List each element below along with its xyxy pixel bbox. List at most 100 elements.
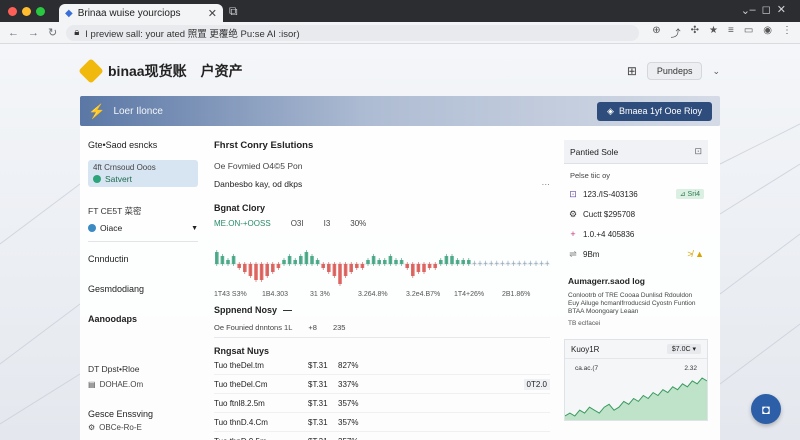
sidebar-bottom-title: Gesce Enssving (88, 409, 154, 419)
mini-chart-header: Kuoy1R $7.0C ▾ (565, 340, 707, 359)
mini-chart-value-2: 2.32 (684, 365, 697, 372)
table-row[interactable]: Tuo theDel.Cm $T.31 337% 0T2.0 (214, 375, 550, 394)
forward-icon[interactable]: → (28, 27, 39, 39)
header-account-button[interactable]: Pundeps (646, 62, 703, 80)
right-stat-value: 123./IS-403136 (583, 189, 638, 199)
table-row[interactable]: Tuo thnD.9.5m$T.31357% (214, 432, 550, 440)
more-options-icon[interactable]: ··· (542, 179, 551, 189)
lightning-icon: ⚡ (88, 102, 106, 119)
extensions-icon[interactable]: ✣ (691, 25, 699, 40)
price-chart[interactable] (214, 230, 550, 288)
sidebar-sub-item[interactable]: ▤ DOHAE.Om (88, 380, 198, 389)
window-buttons[interactable]: –◻✕ (750, 3, 792, 16)
table-row[interactable]: Tuo ftnl8.2.5m $T.31 357% (214, 394, 550, 413)
mini-chart-area (565, 378, 707, 420)
sidebar-sub-label: DT Dpst•Rloe (88, 364, 140, 374)
sidebar-item-active[interactable]: 4ft Crnsoud Ooos Satvert (88, 160, 198, 187)
row-change: 827% (338, 360, 359, 370)
right-stat-row[interactable]: ⚙ Cuctt $295708 (568, 208, 704, 220)
sidepanel-icon[interactable]: ▭ (744, 25, 753, 40)
chart-title: Bgnat Clory (214, 203, 266, 213)
browser-tab[interactable]: ◆ Brinaa wuise yourciops ✕ (59, 4, 223, 22)
right-panel-title: Pantied Sole (570, 146, 619, 157)
plus-icon: + (570, 229, 576, 239)
close-tab-icon[interactable]: ✕ (208, 7, 217, 20)
close-window-button[interactable] (8, 6, 17, 16)
section-row[interactable]: Danbesbo kay, od dkps ··· (214, 179, 550, 189)
row-name: Tuo theDel.Cm (214, 379, 268, 389)
mini-chart-dropdown[interactable]: $7.0C ▾ (666, 344, 701, 354)
browser-menu-icon[interactable]: ⋮ (782, 25, 792, 40)
chevron-down-icon[interactable]: ⌄ (712, 66, 720, 77)
right-section-text: Conlootrb of TRE Cooaa Dunlisd Rdouldon … (568, 292, 696, 315)
row-name: Tuo theDel.tm (214, 360, 264, 370)
right-stat-tag: ≯ ▲ (687, 249, 704, 259)
minimize-window-button[interactable] (22, 6, 31, 16)
brand-name[interactable]: binaa现货账 户资产 (108, 61, 243, 81)
row-name: Tuo ftnl8.2.5m (214, 398, 265, 408)
header-actions: ⊞ Pundeps ⌄ (627, 62, 720, 80)
settings-icon: ⚙ (88, 423, 96, 432)
row-change: 337% (338, 379, 359, 389)
sidebar-active-status: Satvert (93, 174, 193, 184)
right-panel-subtitle: Pelse tiic oy (570, 171, 611, 180)
banner-action-label: Bmaea 1yf Ooe Rioy (618, 106, 702, 116)
row-price: $T.31 (308, 360, 328, 370)
chart-x-tick-label: 1T43 S3% (214, 291, 247, 298)
url-input[interactable]: 🔒︎ I preview sall: your ated 照置 更覆绝 Pu:s… (66, 24, 640, 41)
sidebar-select[interactable]: Oiace ▼ (88, 223, 198, 242)
row-price: $T.31 (308, 417, 328, 427)
center-content: Fhrst Conry Eslutions Oe Fovmied O4©5 Po… (214, 140, 550, 440)
new-tab-icon[interactable]: ⧉ (229, 4, 238, 19)
web-page: binaa现货账 户资产 ⊞ Pundeps ⌄ ⚡ Loer Ilonce ◈… (0, 44, 800, 440)
document-icon: ▤ (88, 380, 96, 389)
bookmark-star-icon[interactable]: ★ (709, 25, 718, 40)
back-icon[interactable]: ← (8, 27, 19, 39)
sidebar-bottom-item-label: OBCe-Ro-E (99, 423, 142, 432)
chart-icon: ⊡ (569, 188, 577, 199)
sidebar-item-grading[interactable]: Gesmdodiang (88, 284, 198, 294)
row-price: $T.31 (308, 398, 328, 408)
chart-x-axis: 1T43 S3% 1B4.303 31 3% 3.264.8% 3.2e4.B7% 1T4… (214, 291, 550, 303)
mini-chart-card: Kuoy1R $7.0C ▾ ca.ac.(7 2.32 (564, 339, 708, 421)
tab-list-icon[interactable]: ≡ (728, 25, 734, 40)
row-change: 357% (338, 437, 388, 440)
brand-logo-icon[interactable] (78, 58, 104, 84)
right-stat-row[interactable]: ⇌ 9Bm ≯ ▲ (568, 248, 704, 260)
favicon-icon: ◆ (65, 7, 73, 19)
section-row-label: Danbesbo kay, od dkps (214, 179, 303, 189)
maximize-window-button[interactable] (36, 6, 45, 16)
close-icon[interactable]: ⊡ (694, 146, 702, 157)
right-stat-tag: ⊿ Sri4 (675, 189, 704, 199)
chart-ticker: ME.ON-+OOSS (214, 219, 271, 228)
section-title: Fhrst Conry Eslutions (214, 140, 314, 151)
zoom-icon[interactable]: ⊕ (652, 25, 660, 40)
share-icon[interactable]: ⤴ (671, 25, 681, 40)
support-chat-button[interactable]: ◘ (751, 394, 781, 424)
row-name: Tuo thnD.9.5m (214, 437, 308, 440)
browser-tab-strip: ◆ Brinaa wuise yourciops ✕ ⧉ ⌄ –◻✕ (0, 0, 800, 22)
sidebar-active-line: 4ft Crnsoud Ooos (93, 163, 156, 172)
sidebar-item-conduction[interactable]: Cnnductin (88, 254, 198, 264)
profile-avatar[interactable]: ◉ (763, 25, 772, 40)
spend-sub-value-2: 235 (332, 323, 346, 332)
right-section-link[interactable]: TB eclfacei (568, 320, 704, 327)
table-title: Rngsat Nuys (214, 346, 270, 356)
sidebar-select-value: Oiace (100, 223, 123, 233)
right-stats-list: ⊡ 123./IS-403136 ⊿ Sri4 ⚙ Cuctt $295708 +1.0.… (564, 188, 708, 260)
apps-grid-icon[interactable]: ⊞ (627, 64, 637, 78)
right-column: Pantied Sole ⊡ Pelse tiic oy ⊡ 123./IS-40… (564, 140, 708, 421)
table-row[interactable]: Tuo theDel.tm $T.31 827% (214, 356, 550, 375)
section-subtitle: Oe Fovmied O4©5 Pon (214, 161, 303, 171)
chart-x-tick-label: 1T4+26% (454, 291, 485, 298)
reload-icon[interactable]: ↻ (48, 26, 57, 39)
sidebar-bottom-item[interactable]: ⚙ OBCe-Ro-E (88, 423, 198, 432)
table-row[interactable]: Tuo thnD.4.Cm $T.31 357% (214, 413, 550, 432)
right-stat-row[interactable]: +1.0.+4 405836 (568, 228, 704, 240)
chat-icon: ◘ (762, 401, 770, 417)
banner-action-button[interactable]: ◈ Bmaea 1yf Ooe Rioy (597, 101, 712, 121)
sidebar-item-apps[interactable]: Aanoodaps (88, 314, 198, 324)
caret-down-icon: ▼ (191, 224, 198, 232)
address-bar: ← → ↻ 🔒︎ I preview sall: your ated 照置 更覆… (0, 22, 800, 44)
right-stat-row[interactable]: ⊡ 123./IS-403136 ⊿ Sri4 (568, 188, 704, 200)
